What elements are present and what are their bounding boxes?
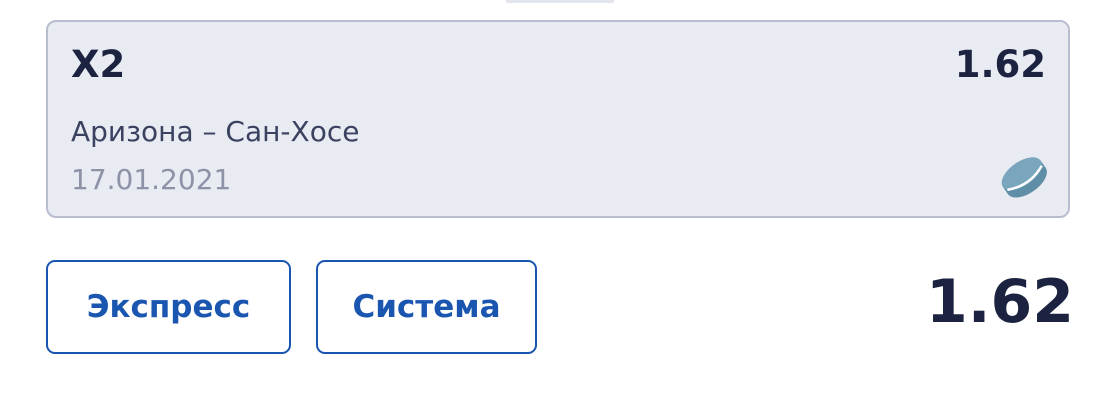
bet-outcome: X2	[71, 43, 126, 86]
express-button[interactable]: Экспресс	[46, 260, 291, 354]
match-date: 17.01.2021	[71, 163, 232, 196]
drag-handle[interactable]	[506, 0, 614, 3]
bet-odds: 1.62	[954, 43, 1046, 86]
hockey-puck-icon	[1001, 157, 1047, 198]
match-name: Аризона – Сан-Хосе	[71, 115, 360, 148]
system-button[interactable]: Система	[316, 260, 537, 354]
total-odds: 1.62	[925, 267, 1074, 337]
bet-slip-panel: X2 1.62 Аризона – Сан-Хосе 17.01.2021 Эк…	[0, 0, 1120, 401]
bet-card[interactable]: X2 1.62 Аризона – Сан-Хосе 17.01.2021	[46, 20, 1070, 218]
